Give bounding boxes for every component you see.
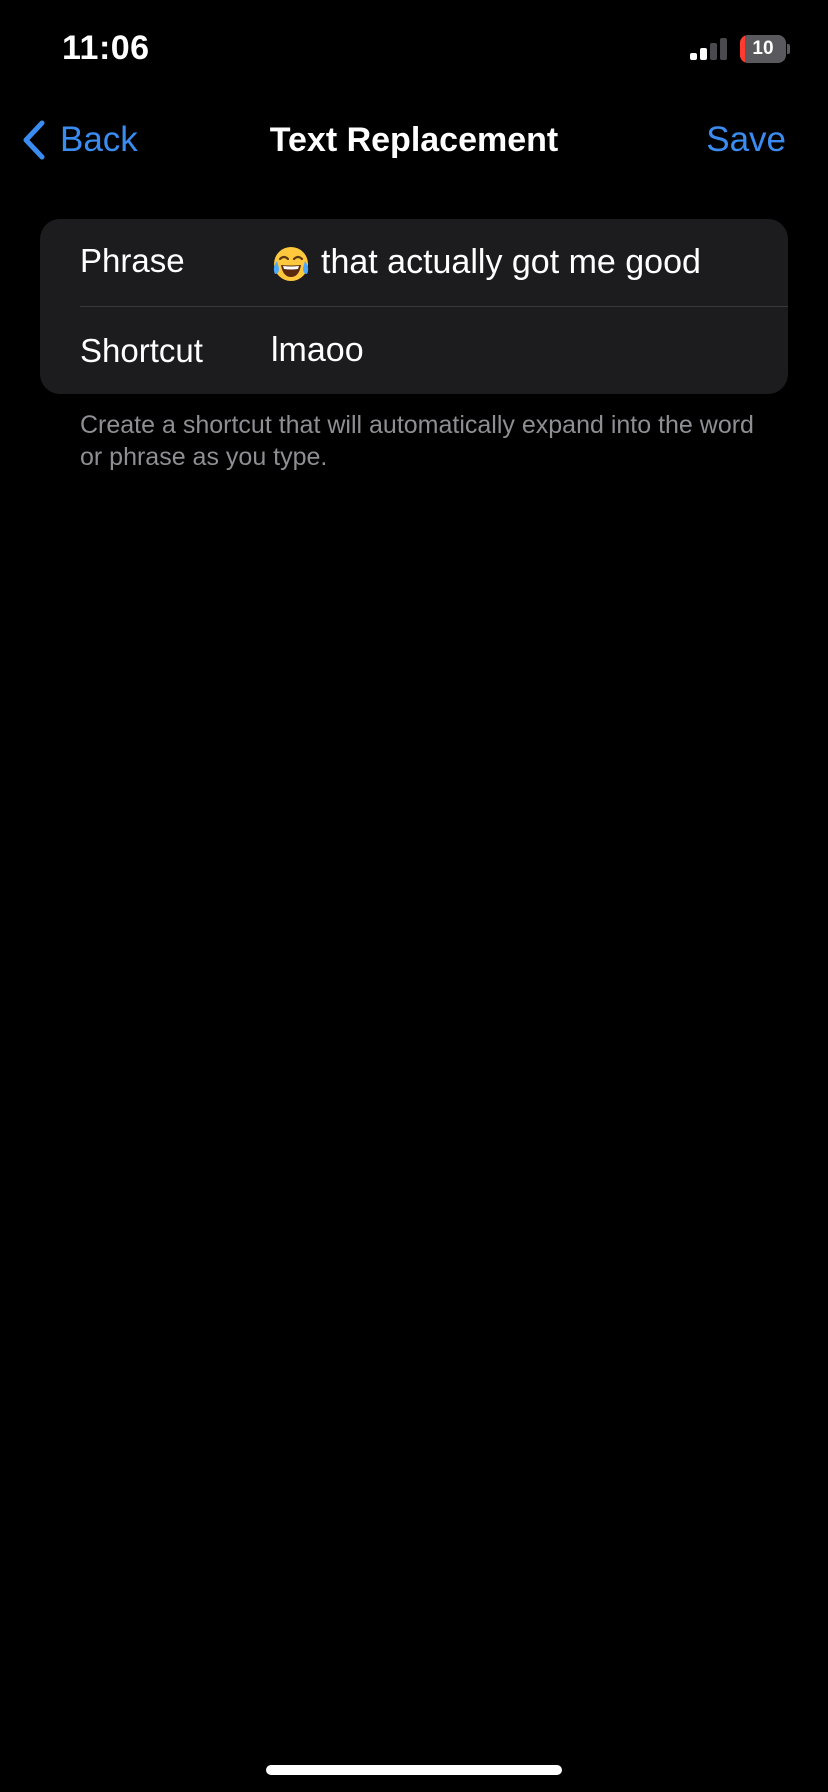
save-button[interactable]: Save — [706, 116, 786, 164]
shortcut-label: Shortcut — [80, 332, 203, 369]
status-bar: 11:06 10 — [0, 0, 828, 100]
page-title: Text Replacement — [269, 121, 559, 159]
cellular-signal-icon — [690, 38, 730, 60]
phrase-label: Phrase — [80, 242, 185, 279]
text-replacement-form: Phrase that actually got me good Shortcu… — [40, 219, 788, 394]
shortcut-row[interactable]: Shortcut lmaoo — [40, 307, 788, 394]
home-indicator[interactable] — [266, 1765, 562, 1775]
battery-level: 10 — [752, 38, 774, 59]
signal-bar — [720, 38, 727, 60]
battery-body: 10 — [740, 35, 786, 63]
shortcut-input[interactable]: lmaoo — [271, 307, 364, 394]
footer-note: Create a shortcut that will automaticall… — [80, 411, 754, 471]
signal-bar — [690, 53, 697, 60]
phrase-input[interactable]: that actually got me good — [271, 219, 701, 306]
phrase-row[interactable]: Phrase that actually got me good — [40, 219, 788, 306]
signal-bar — [710, 43, 717, 60]
signal-bar — [700, 48, 707, 60]
battery-charging-icon: 10 — [740, 35, 790, 63]
battery-cap — [787, 44, 790, 54]
phrase-value: that actually got me good — [321, 243, 701, 281]
face-with-tears-of-joy-icon — [271, 244, 311, 284]
status-time: 11:06 — [62, 29, 150, 67]
navigation-bar: Back Text Replacement Save — [0, 100, 828, 180]
shortcut-value: lmaoo — [271, 331, 364, 369]
